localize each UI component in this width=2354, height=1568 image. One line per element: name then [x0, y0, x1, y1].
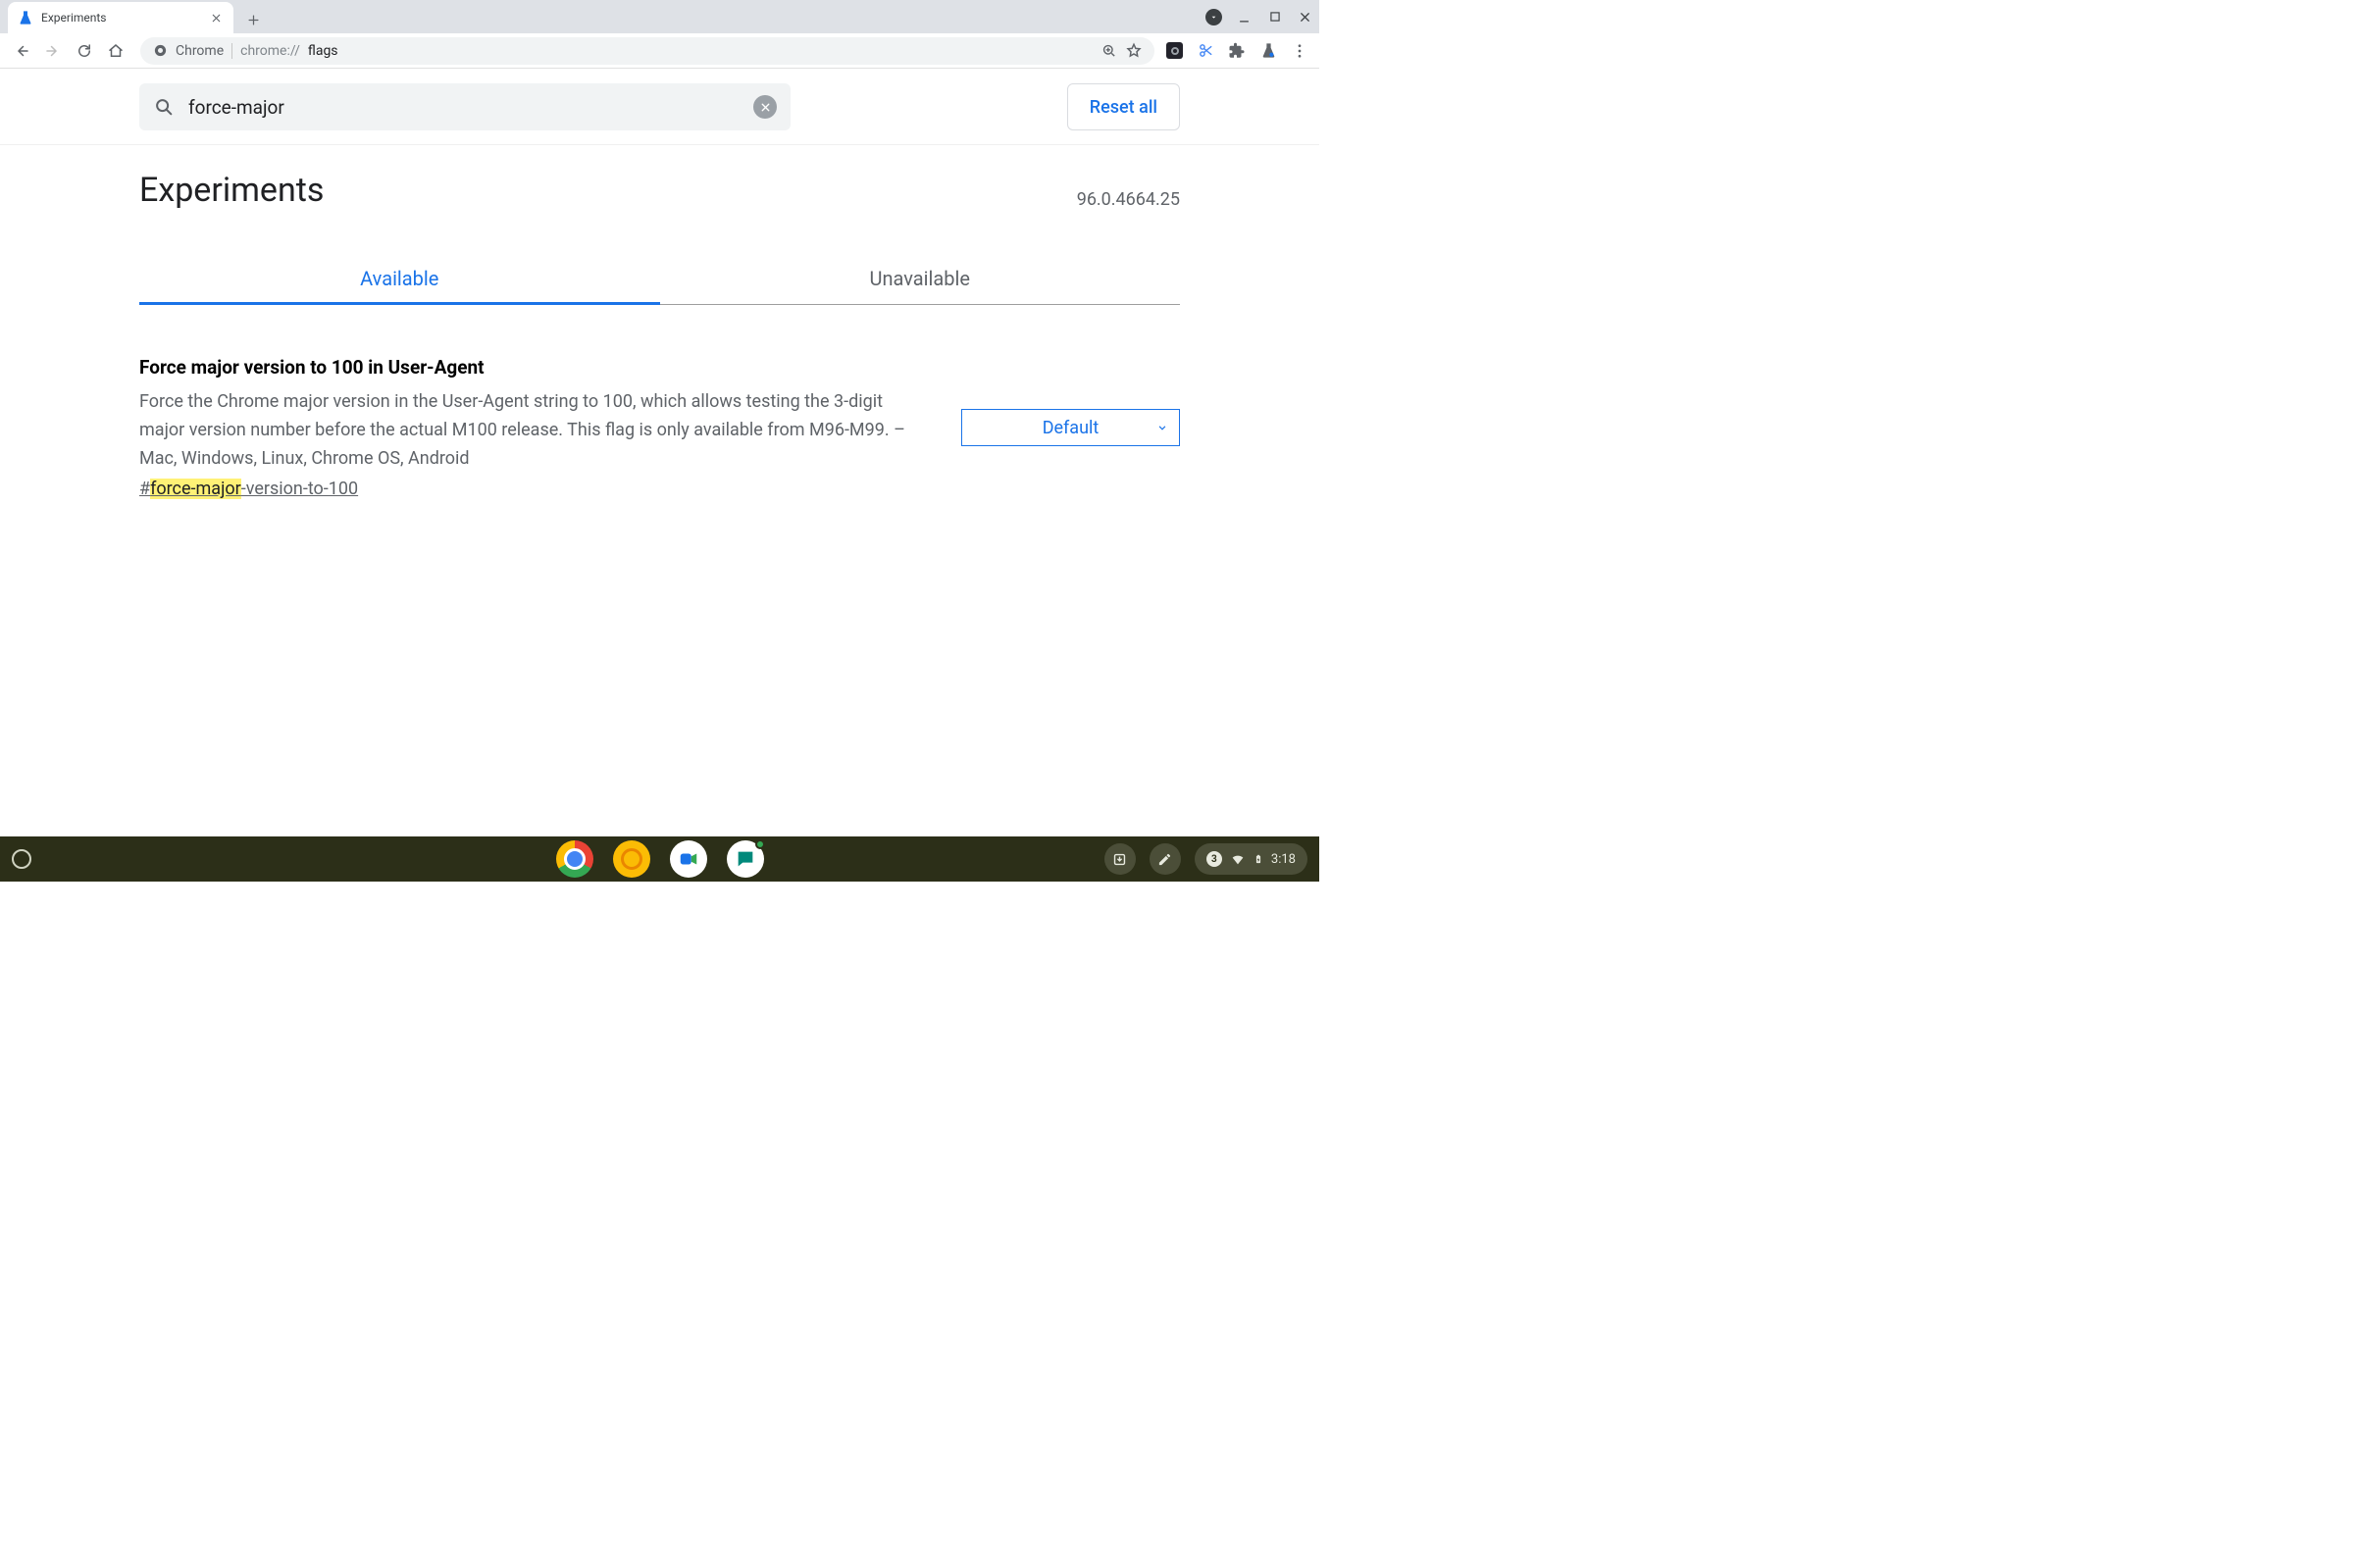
- clock: 3:18: [1271, 852, 1296, 867]
- tab-unavailable[interactable]: Unavailable: [660, 253, 1181, 305]
- tab-strip: Experiments: [0, 0, 1319, 33]
- zoom-icon[interactable]: [1100, 42, 1117, 59]
- flag-title: Force major version to 100 in User-Agent: [139, 356, 936, 379]
- chevron-down-icon: [1155, 421, 1169, 434]
- reset-all-button[interactable]: Reset all: [1067, 83, 1180, 130]
- clear-search-icon[interactable]: [753, 95, 777, 119]
- close-tab-icon[interactable]: [208, 10, 224, 25]
- address-bar[interactable]: Chrome chrome:// flags: [140, 37, 1154, 65]
- new-tab-button[interactable]: [239, 6, 267, 33]
- search-row: Reset all: [0, 69, 1319, 145]
- bookmark-star-icon[interactable]: [1125, 42, 1143, 60]
- chromeos-shelf: 3 3:18: [0, 836, 1319, 882]
- url-path: flags: [308, 43, 338, 59]
- extension-icon-1[interactable]: [1166, 42, 1183, 59]
- shelf-apps: [556, 840, 764, 878]
- flask-icon: [18, 10, 33, 25]
- flag-anchor-highlight: force-major: [150, 479, 241, 499]
- browser-tab[interactable]: Experiments: [8, 2, 233, 33]
- omnibox-divider: [231, 43, 232, 59]
- flag-state-select[interactable]: Default: [961, 409, 1180, 446]
- launcher-button[interactable]: [12, 849, 31, 869]
- flag-description: Force the Chrome major version in the Us…: [139, 388, 924, 473]
- flag-anchor-suffix: -version-to-100: [241, 479, 358, 499]
- extensions-puzzle-icon[interactable]: [1228, 42, 1246, 60]
- notification-count: 3: [1206, 851, 1222, 867]
- status-tray[interactable]: 3 3:18: [1195, 843, 1307, 875]
- chrome-page-icon: [152, 43, 168, 59]
- chrome-version: 96.0.4664.25: [1077, 189, 1180, 210]
- tab-title: Experiments: [41, 11, 200, 25]
- flag-item: Force major version to 100 in User-Agent…: [139, 356, 1180, 499]
- shelf-pen-icon[interactable]: [1150, 843, 1181, 875]
- maximize-window-icon[interactable]: [1266, 9, 1283, 25]
- flag-state-value: Default: [1043, 418, 1100, 438]
- kebab-menu-icon[interactable]: [1291, 42, 1308, 60]
- close-window-icon[interactable]: [1297, 9, 1313, 25]
- forward-button[interactable]: [40, 38, 66, 64]
- back-button[interactable]: [9, 38, 34, 64]
- reload-button[interactable]: [72, 38, 97, 64]
- app-chat[interactable]: [727, 840, 764, 878]
- search-box[interactable]: [139, 83, 791, 130]
- battery-icon: [1254, 851, 1263, 867]
- browser-toolbar: Chrome chrome:// flags: [0, 33, 1319, 69]
- wifi-icon: [1230, 851, 1246, 867]
- app-duo[interactable]: [670, 840, 707, 878]
- scissors-icon[interactable]: [1197, 42, 1214, 60]
- labs-flask-icon[interactable]: [1259, 42, 1277, 60]
- chat-notification-dot: [755, 839, 765, 849]
- shelf-tote-icon[interactable]: [1104, 843, 1136, 875]
- page-content: Reset all Experiments 96.0.4664.25 Avail…: [0, 69, 1319, 836]
- tab-available[interactable]: Available: [139, 253, 660, 305]
- search-input[interactable]: [188, 96, 740, 119]
- flag-anchor-prefix: #: [139, 479, 150, 499]
- page-title: Experiments: [139, 171, 324, 210]
- flags-tabs: Available Unavailable: [139, 253, 1180, 305]
- tab-search-icon[interactable]: [1205, 9, 1222, 25]
- minimize-window-icon[interactable]: [1236, 9, 1253, 25]
- omnibox-chip: Chrome: [176, 43, 224, 59]
- search-icon: [153, 96, 175, 118]
- home-button[interactable]: [103, 38, 128, 64]
- flag-anchor-link[interactable]: #force-major-version-to-100: [139, 479, 358, 499]
- app-chrome[interactable]: [556, 840, 593, 878]
- url-scheme: chrome://: [240, 43, 300, 59]
- app-orange-circle[interactable]: [613, 840, 650, 878]
